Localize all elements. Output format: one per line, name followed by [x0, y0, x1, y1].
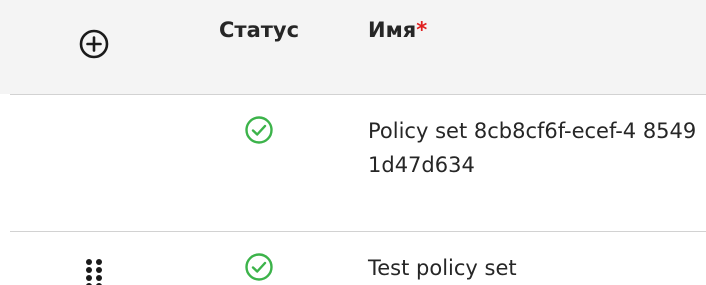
- required-asterisk: *: [416, 18, 428, 42]
- column-header-name[interactable]: Имя*: [368, 18, 427, 42]
- policy-sets-table: Статус Имя* Policy set 8cb8cf6f-ecef-4 8…: [0, 0, 706, 285]
- policy-set-name-link[interactable]: Test policy set: [368, 251, 706, 285]
- table-header: Статус Имя*: [0, 0, 706, 94]
- status-ok-icon: [244, 115, 274, 145]
- drag-handle-icon[interactable]: [81, 258, 107, 285]
- add-policy-set-button[interactable]: [78, 28, 110, 60]
- header-divider: [10, 94, 706, 95]
- row-divider: [10, 231, 706, 232]
- policy-set-name-link[interactable]: Policy set 8cb8cf6f-ecef-4 85491d47d634: [368, 114, 706, 182]
- column-header-name-label: Имя: [368, 18, 417, 42]
- column-header-status[interactable]: Статус: [219, 18, 299, 42]
- status-ok-icon: [244, 252, 274, 282]
- plus-circle-icon: [79, 29, 109, 59]
